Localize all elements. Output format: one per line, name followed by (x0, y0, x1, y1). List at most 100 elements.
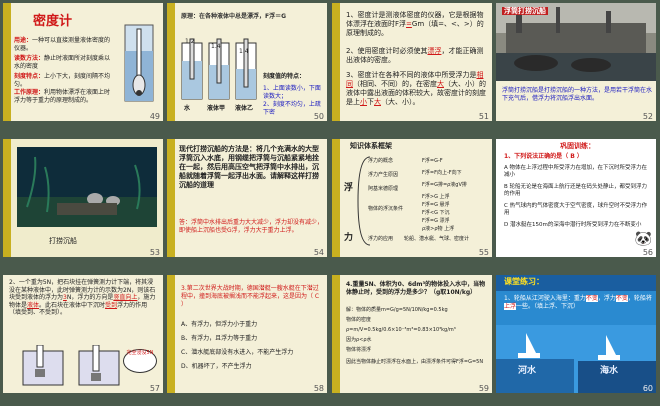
water-scene (496, 325, 656, 393)
leaf-label: F浮=G 悬浮 (422, 202, 450, 208)
line-label: 读数方法： (14, 55, 45, 62)
body-text: 现代打捞沉船的方法是：将几个充满水的大型浮筒沉入水底，用钢缆把浮筒与沉船紧紧地拴… (179, 145, 319, 189)
solution-line: 物体的密度 (346, 317, 372, 323)
slide-accent-bar (3, 3, 11, 121)
answer-blank: 上浮 (504, 303, 517, 310)
question-text: 3、密度计在各种不同的液体中所受浮力是 (346, 71, 477, 79)
feature-item: 1、上面读数小，下面读数大； (263, 85, 321, 100)
line-label: 工作原理： (14, 89, 45, 96)
branch-label: 浮力的概念 (368, 158, 394, 164)
tube-reading: 1.4 (211, 43, 221, 50)
caption-text: 打捞沉船 (49, 237, 77, 245)
slide-header: 课堂练习： (504, 277, 544, 286)
answer-blank: 竖直向上 (113, 294, 138, 302)
leaf-label: F浮<G 下沉 (422, 210, 450, 216)
tube-label: 液体甲 (207, 105, 226, 112)
water-label: 河水 (518, 366, 537, 376)
slide-thumbnail[interactable]: 课堂练习： 1、轮船从江河驶入海里：重力不变，浮力不变，轮船将上浮一些。（填上浮… (496, 275, 656, 393)
option-item: A、有浮力，但浮力小于重力 (181, 321, 258, 328)
branch-label: 浮力产生原因 (368, 172, 399, 178)
slide-thumbnail[interactable]: 1、密度计是测液体密度的仪器，它是根据物体漂浮在液面时F浮=Gm（填=、<、>）… (332, 3, 492, 121)
leaf-label: F浮=F向上-F向下 (422, 170, 462, 176)
slide-thumbnail[interactable]: 密度计 用途：一种可以直接测量液体密度的仪器。 读数方法：静止时液面所对刻度乘以… (3, 3, 163, 121)
slide-thumbnail[interactable]: 巩固训练： 1、下列说法正确的是（ B ） A 物体在上浮过程中所受浮力在增加，… (496, 139, 656, 257)
caption-title: 浮筒打捞沉船 (502, 7, 548, 15)
slide-accent-bar (332, 3, 340, 121)
option-item: C、潜水艇底部没有水进入，不能产生浮力 (181, 349, 294, 356)
leaf-label: F浮=G排=ρ液gV排 (422, 182, 467, 188)
slide-thumbnail[interactable]: 浮筒打捞沉船 浮筒打捞沉船是打捞沉船的一种方法，是用若干浮筒在水下充气后，借浮力… (496, 3, 656, 121)
principle-text: 原理：在各种液体中总是漂浮，F浮＝G (181, 13, 287, 20)
leaf-label: F浮>G 上浮 (422, 194, 450, 200)
solution-line: 因此当物体静止时漂浮在水面上，由漂浮条件可得F浮=G=5N (346, 359, 484, 365)
question-text: N，浮力的方向是 (66, 294, 114, 302)
question-text: （大、小）。 (381, 98, 420, 106)
slide-thumbnail[interactable]: 2、一个重为5N，把石块挂在弹簧测力计下端，将其浸没在某种液体中，此时弹簧测力计… (3, 275, 163, 393)
slide-number: 58 (313, 384, 324, 393)
slide-thumbnail[interactable]: 现代打捞沉船的方法是：将几个充满水的大型浮筒沉入水底，用钢缆把浮筒与沉船紧紧地拴… (167, 139, 327, 257)
leaf-label: F浮=G-F (422, 158, 443, 164)
slide-number: 59 (478, 384, 489, 393)
slide-accent-bar (3, 139, 11, 257)
slide-number: 53 (149, 248, 160, 257)
slide-number: 60 (642, 384, 653, 393)
question-text: 3.第二次世界大战时期，德国潜艇一艘水艇在下潜过程中，撞到海底被搁浅而不能浮起来… (181, 285, 320, 308)
answer-blank: 漂浮 (427, 47, 442, 55)
slide-number: 52 (642, 112, 653, 121)
leaf-label: ρ液>ρ物 上浮 (422, 226, 455, 232)
branch-label: 物体的浮沉条件 (368, 206, 404, 212)
features-title: 刻度值的特点： (263, 73, 306, 80)
slide-thumbnail[interactable]: 原理：在各种液体中总是漂浮，F浮＝G 1.2 1.4 1.4 水 液体甲 液体乙… (167, 3, 327, 121)
answer-blank: 不变 (585, 295, 598, 302)
slide-title: 密度计 (33, 14, 73, 29)
line-label: 刻度特点： (14, 73, 45, 80)
slide-thumbnail[interactable]: 4.重量5N、体积为0、6dm³的物体投入水中，当物体静止时，受到的浮力是多少？… (332, 275, 492, 393)
solution-line: 因为ρ<ρ水 (346, 337, 372, 343)
slide-accent-bar (167, 139, 175, 257)
option-item: B、有浮力，且浮力等于重力 (181, 335, 258, 342)
slide-title: 知识体系框架 (350, 142, 392, 150)
branch-label: 浮力的应用 (368, 236, 394, 242)
question-title: 1、下列说法正确的是（ B ） (504, 153, 583, 160)
underwater-photo (17, 147, 157, 227)
option-item: A 物体在上浮过程中所受浮力在增加，在下沉时所受浮力在减小 (504, 165, 648, 178)
question-text: 1、轮船从江河驶入海里：重力 (504, 295, 586, 302)
slide-number: 51 (478, 112, 489, 121)
slide-number: 57 (149, 384, 160, 393)
question-1: 1、密度计是测液体密度的仪器，它是根据物体漂浮在液面时F浮=Gm（填=、<、>）… (346, 11, 488, 38)
question-2: 2、使用密度计时必须使其漂浮，才能正确测出液体的密度。 (346, 47, 488, 65)
question-text: 2、使用密度计时必须使其 (346, 47, 428, 55)
answer-blank: 不变 (615, 295, 628, 302)
slide-header: 巩固训练： (560, 142, 595, 150)
slide-accent-bar (332, 139, 340, 257)
solution-line: 物体将漂浮 (346, 347, 372, 353)
slide-number: 56 (642, 248, 653, 257)
answer-blank: 小 (360, 98, 367, 106)
tube-reading: 1.2 (185, 38, 195, 45)
line-label: 用途： (14, 37, 33, 44)
slide-thumbnail[interactable]: 3.第二次世界大战时期，德国潜艇一艘水艇在下潜过程中，撞到海底被搁浅而不能浮起来… (167, 275, 327, 393)
slide-number: 50 (313, 112, 324, 121)
slide-thumbnail[interactable]: 打捞沉船 53 (3, 139, 163, 257)
question-text: 下 (367, 98, 374, 106)
panda-icon: 🐼 (634, 231, 652, 247)
question-3: 3、密度计在各种不同的液体中所受浮力是相同（相同、不同）的，在密度大（大、小）的… (346, 71, 488, 107)
slide-thumbnail[interactable]: 知识体系框架 浮 力 浮力的概念 浮力产生原因 阿基米德原理 物体的浮沉条件 浮… (332, 139, 492, 257)
slide-accent-bar (167, 275, 175, 393)
branch-label: 阿基米德原理 (368, 186, 399, 192)
option-item: D 潜水艇在150m的深海中潜行时所受到浮力在不断变小 (504, 222, 642, 228)
option-item: C 热气球内的气体密度大于空气密度，球升空时不受浮力作用 (504, 203, 648, 216)
answer-blank: 大 (437, 80, 444, 88)
question-text: 一些。（填上浮、下沉） (516, 303, 580, 310)
solution-line: ρ=m/V=0.5kg/0.6×10⁻³m³=0.83×10³kg/m³ (346, 327, 456, 333)
tube-label: 水 (184, 105, 191, 112)
answer-blank: 液体 (27, 301, 40, 309)
question-text: ，轮船将 (627, 295, 652, 302)
answer-blank: 大 (374, 98, 381, 106)
option-item: D、机器坏了，不产生浮力 (181, 363, 252, 370)
slide-number: 49 (149, 112, 160, 121)
solution-line: 解：物体的质量m=G/g=5N/10N/kg=0.5kg (346, 307, 448, 313)
tube-reading: 1.4 (239, 48, 249, 55)
callout-bubble: 完全浸没5N (123, 349, 157, 373)
water-label: 海水 (600, 366, 619, 376)
